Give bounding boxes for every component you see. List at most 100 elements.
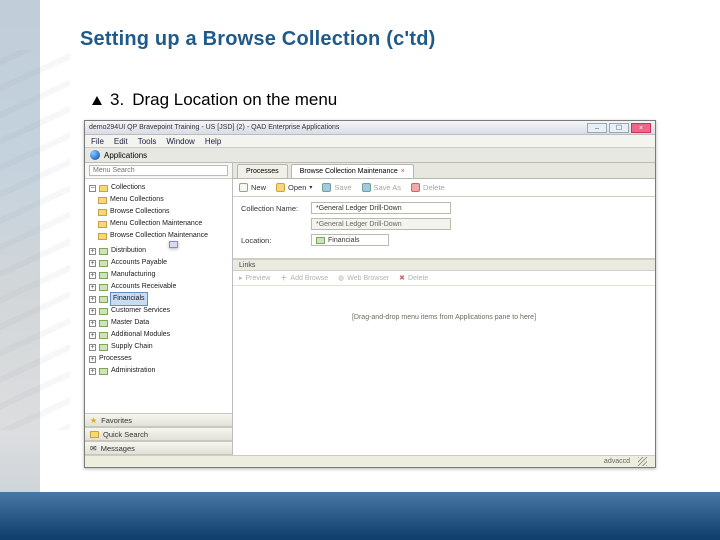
applications-bar: Applications (85, 148, 655, 163)
maximize-button[interactable]: ☐ (609, 123, 629, 133)
location-label: Location: (241, 236, 311, 245)
bullet-number: 3. (110, 90, 124, 110)
module-icon (99, 260, 108, 267)
tree-module[interactable]: +Manufacturing (89, 269, 230, 281)
collection-name-disabled-field: *General Ledger Drill-Down (311, 218, 451, 230)
open-button[interactable]: Open▾ (276, 183, 312, 192)
links-header: Links (233, 259, 655, 271)
tree-label: Customer Services (111, 305, 170, 317)
tree-label: Supply Chain (111, 341, 153, 353)
quick-search-header[interactable]: Quick Search (85, 427, 232, 441)
tab-label: Processes (246, 168, 279, 175)
links-delete-label: Delete (408, 275, 428, 282)
menubar: File Edit Tools Window Help (85, 135, 655, 148)
tree-module[interactable]: +Processes (89, 353, 230, 365)
save-as-button[interactable]: Save As (362, 183, 402, 192)
tree-module[interactable]: +Accounts Payable (89, 257, 230, 269)
minimize-button[interactable]: – (587, 123, 607, 133)
expander-icon[interactable]: + (89, 260, 96, 267)
tree-item[interactable]: Browse Collection Maintenance (98, 230, 230, 242)
messages-header[interactable]: ✉ Messages (85, 441, 232, 455)
location-field[interactable]: Financials (311, 234, 389, 246)
menu-help[interactable]: Help (205, 137, 221, 146)
expander-icon[interactable]: + (89, 344, 96, 351)
close-tab-icon[interactable]: × (401, 168, 405, 175)
expander-icon[interactable]: + (89, 248, 96, 255)
links-drop-area[interactable]: [Drag-and-drop menu items from Applicati… (233, 286, 655, 455)
titlebar: demo294UI QP Bravepoint Training - US [J… (85, 121, 655, 135)
tab-processes[interactable]: Processes (237, 164, 288, 178)
expander-icon[interactable]: + (89, 320, 96, 327)
resize-grip-icon[interactable] (638, 457, 647, 466)
folder-icon (98, 233, 107, 240)
module-icon (316, 237, 325, 244)
web-browser-button[interactable]: ◍ Web Browser (338, 274, 389, 282)
preview-button[interactable]: ▸ Preview (239, 274, 270, 282)
dropdown-icon: ▾ (309, 184, 312, 191)
expander-icon[interactable]: + (89, 332, 96, 339)
module-icon (99, 272, 108, 279)
tree-item[interactable]: Menu Collections (98, 194, 230, 206)
favorites-label: Favorites (101, 416, 132, 425)
folder-icon (99, 185, 108, 192)
menu-edit[interactable]: Edit (114, 137, 128, 146)
module-icon (99, 308, 108, 315)
tree-label: Processes (99, 353, 132, 365)
module-icon (99, 248, 108, 255)
close-button[interactable]: × (631, 123, 651, 133)
toolbar: New Open▾ Save Save As Delete (233, 179, 655, 197)
folder-icon (98, 209, 107, 216)
tree-label: Menu Collection Maintenance (110, 218, 202, 230)
module-icon (169, 241, 178, 248)
expander-icon[interactable]: + (89, 296, 96, 303)
expander-icon[interactable]: + (89, 368, 96, 375)
app-window: demo294UI QP Bravepoint Training - US [J… (84, 120, 656, 468)
menu-window[interactable]: Window (166, 137, 194, 146)
collection-form: Collection Name: *General Ledger Drill-D… (233, 197, 655, 259)
save-label: Save (334, 183, 351, 192)
web-browser-label: Web Browser (347, 275, 389, 282)
save-as-label: Save As (374, 183, 402, 192)
add-browse-label: Add Browse (290, 275, 328, 282)
tree-module[interactable]: +Distribution (89, 245, 230, 257)
tree-item[interactable]: Browse Collections (98, 206, 230, 218)
plus-icon: ＋ (280, 273, 287, 283)
expander-icon[interactable]: − (89, 185, 96, 192)
tree-module-financials[interactable]: +Financials (89, 293, 230, 305)
favorites-header[interactable]: ★ Favorites (85, 413, 232, 427)
collection-name-label: Collection Name: (241, 204, 311, 213)
links-delete-button[interactable]: ✖ Delete (399, 274, 428, 282)
tree-item[interactable]: Menu Collection Maintenance (98, 218, 230, 230)
menu-tools[interactable]: Tools (138, 137, 157, 146)
tree-module[interactable]: + Supply Chain (89, 341, 230, 353)
tab-browse-collection-maintenance[interactable]: Browse Collection Maintenance × (291, 164, 414, 178)
statusbar: advaccd (85, 455, 655, 467)
tree-module[interactable]: + Customer Services (89, 305, 230, 317)
add-browse-button[interactable]: ＋ Add Browse (280, 273, 328, 283)
drop-hint: [Drag-and-drop menu items from Applicati… (352, 314, 536, 321)
tree-module[interactable]: +Accounts Receivable (89, 281, 230, 293)
expander-icon[interactable]: + (89, 272, 96, 279)
tree-module[interactable]: +Additional Modules (89, 329, 230, 341)
tree-module[interactable]: +Master Data (89, 317, 230, 329)
save-button[interactable]: Save (322, 183, 351, 192)
slide-accent-lines (0, 50, 70, 430)
delete-button[interactable]: Delete (411, 183, 445, 192)
status-user: advaccd (604, 458, 630, 465)
slide-bullet: 3. Drag Location on the menu (92, 90, 337, 110)
tree-root[interactable]: − Collections (89, 182, 230, 194)
tree-label: Administration (111, 365, 155, 377)
folder-icon (98, 197, 107, 204)
delete-label: Delete (423, 183, 445, 192)
tree-module[interactable]: + Administration (89, 365, 230, 377)
expander-icon[interactable]: + (89, 284, 96, 291)
expander-icon[interactable]: + (89, 356, 96, 363)
expander-icon[interactable]: + (89, 308, 96, 315)
collection-name-field[interactable]: *General Ledger Drill-Down (311, 202, 451, 214)
menu-file[interactable]: File (91, 137, 104, 146)
delete-icon: ✖ (399, 274, 405, 282)
menu-search (85, 163, 232, 179)
new-button[interactable]: New (239, 183, 266, 192)
tree-label: Menu Collections (110, 194, 164, 206)
menu-search-input[interactable] (89, 165, 228, 176)
